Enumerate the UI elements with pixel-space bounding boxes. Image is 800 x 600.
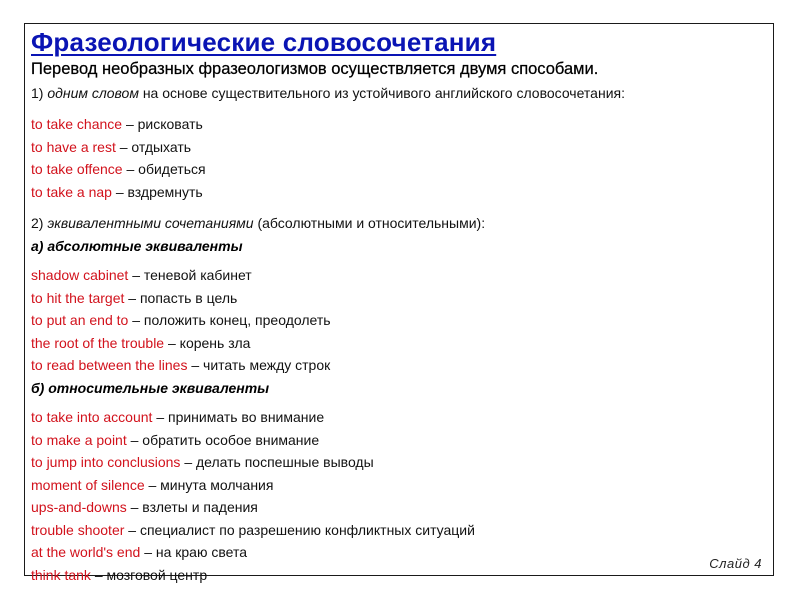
phrase-item: to hit the target – попасть в цель xyxy=(31,287,771,310)
russian-translation: – принимать во внимание xyxy=(156,409,325,425)
method-1-emphasis: одним словом xyxy=(47,85,139,101)
english-phrase: to read between the lines xyxy=(31,357,188,373)
english-phrase: think tank xyxy=(31,566,91,583)
absolute-equivalents-heading: а) абсолютные эквиваленты xyxy=(31,237,243,254)
relative-equivalents-list: to take into account – принимать во вним… xyxy=(31,406,771,586)
slide-content: Фразеологические словосочетания Перевод … xyxy=(31,26,771,586)
phrase-item: to take into account – принимать во вним… xyxy=(31,406,771,429)
phrase-item: ups-and-downs – взлеты и падения xyxy=(31,496,771,519)
slide-number: Слайд 4 xyxy=(709,556,762,571)
phrase-item: to take offence – обидеться xyxy=(31,158,771,181)
english-phrase: to put an end to xyxy=(31,312,129,328)
english-phrase: the root of the trouble xyxy=(31,334,165,351)
method-1-description: на основе существительного из устойчивог… xyxy=(142,85,625,101)
russian-translation: – делать поспешные выводы xyxy=(184,454,374,470)
phrase-item: to put an end to – положить конец, преод… xyxy=(31,309,771,332)
phrase-item: think tank – мозговой центр xyxy=(31,564,771,587)
english-phrase: at the world's end xyxy=(31,544,141,560)
slide-subtitle: Перевод необразных фразеологизмов осущес… xyxy=(31,60,599,78)
method-1-number: 1) xyxy=(31,85,44,101)
russian-translation: – читать между строк xyxy=(191,357,331,373)
phrase-item: to have a rest – отдыхать xyxy=(31,136,771,159)
english-phrase: shadow cabinet xyxy=(31,267,129,283)
russian-translation: – обратить особое внимание xyxy=(130,431,320,448)
slide-title: Фразеологические словосочетания xyxy=(31,27,497,57)
method-2-emphasis: эквивалентными сочетаниями xyxy=(47,215,254,231)
russian-translation: – теневой кабинет xyxy=(132,267,252,283)
russian-translation: – рисковать xyxy=(125,116,203,132)
english-phrase: ups-and-downs xyxy=(31,499,127,515)
russian-translation: – отдыхать xyxy=(119,138,192,155)
english-phrase: to hit the target xyxy=(31,289,125,306)
phrase-item: shadow cabinet – теневой кабинет xyxy=(31,264,771,287)
english-phrase: to take a nap xyxy=(31,183,112,200)
english-phrase: to take into account xyxy=(31,409,153,425)
absolute-equivalents-list: shadow cabinet – теневой кабинет to hit … xyxy=(31,264,771,377)
english-phrase: trouble shooter xyxy=(31,521,125,538)
phrase-item: to take chance – рисковать xyxy=(31,113,771,136)
phrase-item: to take a nap – вздремнуть xyxy=(31,181,771,204)
russian-translation: – положить конец, преодолеть xyxy=(132,312,331,328)
phrase-item: the root of the trouble – корень зла xyxy=(31,332,771,355)
russian-translation: – минута молчания xyxy=(148,476,274,493)
russian-translation: – обидеться xyxy=(126,161,206,177)
phrase-item: to make a point – обратить особое вниман… xyxy=(31,429,771,452)
method-2-intro: 2) эквивалентными сочетаниями (абсолютны… xyxy=(31,212,771,235)
english-phrase: to take chance xyxy=(31,116,123,132)
phrase-item: to jump into conclusions – делать поспеш… xyxy=(31,451,771,474)
english-phrase: moment of silence xyxy=(31,476,145,493)
russian-translation: – взлеты и падения xyxy=(130,499,258,515)
phrase-item: trouble shooter – специалист по разрешен… xyxy=(31,519,771,542)
relative-equivalents-heading: б) относительные эквиваленты xyxy=(31,379,270,396)
phrase-item: to read between the lines – читать между… xyxy=(31,354,771,377)
method-2-number: 2) xyxy=(31,215,44,231)
phrase-item: at the world's end – на краю света xyxy=(31,541,771,564)
english-phrase: to make a point xyxy=(31,431,127,448)
method-1-list: to take chance – рисковать to have a res… xyxy=(31,113,771,203)
method-1-intro: 1) одним словом на основе существительно… xyxy=(31,82,771,104)
english-phrase: to take offence xyxy=(31,161,123,177)
method-2-description: (абсолютными и относительными): xyxy=(257,215,486,231)
phrase-item: moment of silence – минута молчания xyxy=(31,474,771,497)
russian-translation: – вздремнуть xyxy=(115,183,203,200)
russian-translation: – специалист по разрешению конфликтных с… xyxy=(128,521,475,538)
english-phrase: to jump into conclusions xyxy=(31,454,181,470)
russian-translation: – корень зла xyxy=(167,334,251,351)
russian-translation: – попасть в цель xyxy=(128,289,238,306)
russian-translation: – на краю света xyxy=(144,544,247,560)
russian-translation: – мозговой центр xyxy=(94,566,208,583)
english-phrase: to have a rest xyxy=(31,138,116,155)
